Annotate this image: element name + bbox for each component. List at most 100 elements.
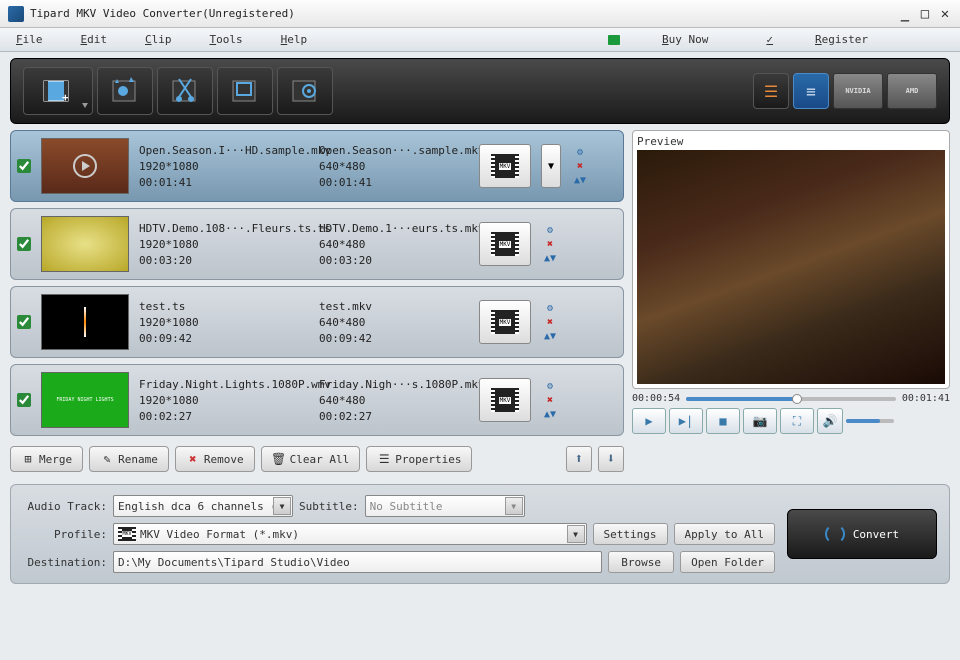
properties-button[interactable]: ☰Properties xyxy=(366,446,472,472)
item-delete-icon[interactable]: ✖ xyxy=(543,394,557,407)
clear-icon: 🗑 xyxy=(272,452,286,466)
thumbnail[interactable] xyxy=(41,138,129,194)
play-button[interactable]: ▶ xyxy=(632,408,666,434)
dropdown-icon: ▼ xyxy=(505,497,523,515)
add-file-button[interactable]: + xyxy=(23,67,93,115)
volume-slider[interactable] xyxy=(846,419,894,423)
fullscreen-button[interactable]: ⛶ xyxy=(780,408,814,434)
audio-track-label: Audio Track: xyxy=(23,500,107,513)
maximize-button[interactable]: □ xyxy=(918,7,932,21)
open-folder-button[interactable]: Open Folder xyxy=(680,551,775,573)
src-filename: Friday.Night.Lights.1080P.wmv xyxy=(139,378,309,391)
app-icon xyxy=(8,6,24,22)
seek-slider[interactable] xyxy=(686,397,896,401)
convert-icon xyxy=(825,524,845,544)
item-delete-icon[interactable]: ✖ xyxy=(543,238,557,251)
file-row[interactable]: test.ts1920*108000:09:42 test.mkv640*480… xyxy=(10,286,624,358)
out-duration: 00:02:27 xyxy=(319,410,469,423)
convert-button[interactable]: Convert xyxy=(787,509,937,559)
thumbnail[interactable] xyxy=(41,216,129,272)
remove-button[interactable]: ✖Remove xyxy=(175,446,255,472)
step-button[interactable]: ▶| xyxy=(669,408,703,434)
thumbnail[interactable] xyxy=(41,294,129,350)
crop-button[interactable] xyxy=(217,67,273,115)
play-overlay-icon xyxy=(73,154,97,178)
thumbnail[interactable]: FRIDAY NIGHT LIGHTS xyxy=(41,372,129,428)
item-settings-icon[interactable]: ⚙ xyxy=(543,380,557,393)
buy-now-button[interactable]: Buy Now xyxy=(608,33,746,46)
file-row[interactable]: FRIDAY NIGHT LIGHTS Friday.Night.Lights.… xyxy=(10,364,624,436)
effects-button[interactable] xyxy=(97,67,153,115)
film-icon: MKV xyxy=(491,310,519,334)
close-button[interactable]: ✕ xyxy=(938,7,952,21)
snapshot-button[interactable]: 📷 xyxy=(743,408,777,434)
apply-all-button[interactable]: Apply to All xyxy=(674,523,775,545)
format-button[interactable]: MKV xyxy=(479,300,531,344)
move-down-button[interactable]: ⬇ xyxy=(598,446,624,472)
stop-button[interactable]: ■ xyxy=(706,408,740,434)
file-checkbox[interactable] xyxy=(17,393,31,407)
format-dropdown[interactable]: ▼ xyxy=(541,144,561,188)
out-resolution: 640*480 xyxy=(319,160,469,173)
item-delete-icon[interactable]: ✖ xyxy=(573,160,587,173)
format-button[interactable]: MKV xyxy=(479,222,531,266)
audio-track-select[interactable]: English dca 6 channels (0▼ xyxy=(113,495,293,517)
item-reorder-icon[interactable]: ▲▼ xyxy=(543,252,557,265)
file-row[interactable]: Open.Season.I···HD.sample.mkv1920*108000… xyxy=(10,130,624,202)
item-reorder-icon[interactable]: ▲▼ xyxy=(543,330,557,343)
amd-badge[interactable]: AMD xyxy=(887,73,937,109)
menu-help[interactable]: Help xyxy=(281,33,308,46)
src-duration: 00:02:27 xyxy=(139,410,309,423)
format-button[interactable]: MKV xyxy=(479,144,531,188)
trim-button[interactable] xyxy=(157,67,213,115)
preview-screen[interactable] xyxy=(637,150,945,384)
check-icon: ✓ xyxy=(766,33,773,46)
src-duration: 00:09:42 xyxy=(139,332,309,345)
film-icon: MKV xyxy=(491,232,519,256)
menu-tools[interactable]: Tools xyxy=(210,33,243,46)
file-checkbox[interactable] xyxy=(17,315,31,329)
nvidia-badge[interactable]: NVIDIA xyxy=(833,73,883,109)
item-delete-icon[interactable]: ✖ xyxy=(543,316,557,329)
file-checkbox[interactable] xyxy=(17,237,31,251)
minimize-button[interactable]: _ xyxy=(898,7,912,21)
film-icon: MKV xyxy=(118,527,136,541)
view-detail-button[interactable]: ≡ xyxy=(793,73,829,109)
out-resolution: 640*480 xyxy=(319,394,469,407)
register-button[interactable]: ✓Register xyxy=(766,33,906,46)
settings-button[interactable] xyxy=(277,67,333,115)
item-reorder-icon[interactable]: ▲▼ xyxy=(543,408,557,421)
rename-button[interactable]: ✎Rename xyxy=(89,446,169,472)
out-filename: test.mkv xyxy=(319,300,469,313)
file-checkbox[interactable] xyxy=(17,159,31,173)
view-list-button[interactable]: ☰ xyxy=(753,73,789,109)
out-filename: Open.Season···.sample.mkv xyxy=(319,144,469,157)
subtitle-select[interactable]: No Subtitle▼ xyxy=(365,495,525,517)
menu-edit[interactable]: Edit xyxy=(81,33,108,46)
profile-select[interactable]: MKVMKV Video Format (*.mkv)▼ xyxy=(113,523,587,545)
item-settings-icon[interactable]: ⚙ xyxy=(543,302,557,315)
film-icon: MKV xyxy=(491,154,519,178)
out-filename: HDTV.Demo.1···eurs.ts.mkv xyxy=(319,222,469,235)
file-list: Open.Season.I···HD.sample.mkv 1920*1080 00… xyxy=(10,130,624,476)
item-settings-icon[interactable]: ⚙ xyxy=(543,224,557,237)
volume-button[interactable]: 🔊 xyxy=(817,408,843,434)
src-resolution: 1920*1080 xyxy=(139,394,309,407)
merge-icon: ⊞ xyxy=(21,452,35,466)
move-up-button[interactable]: ⬆ xyxy=(566,446,592,472)
browse-button[interactable]: Browse xyxy=(608,551,674,573)
menu-file[interactable]: File xyxy=(16,33,43,46)
settings-button[interactable]: Settings xyxy=(593,523,668,545)
destination-input[interactable]: D:\My Documents\Tipard Studio\Video xyxy=(113,551,602,573)
item-reorder-icon[interactable]: ▲▼ xyxy=(573,174,587,187)
src-filename: Open.Season.I···HD.sample.mkv xyxy=(139,144,309,157)
item-settings-icon[interactable]: ⚙ xyxy=(573,146,587,159)
src-filename: test.ts xyxy=(139,300,309,313)
menu-clip[interactable]: Clip xyxy=(145,33,172,46)
format-button[interactable]: MKV xyxy=(479,378,531,422)
file-row[interactable]: HDTV.Demo.108···.Fleurs.ts.ts1920*108000… xyxy=(10,208,624,280)
src-resolution: 1920*1080 xyxy=(139,316,309,329)
clear-all-button[interactable]: 🗑Clear All xyxy=(261,446,361,472)
merge-button[interactable]: ⊞Merge xyxy=(10,446,83,472)
dropdown-icon: ▼ xyxy=(273,497,291,515)
